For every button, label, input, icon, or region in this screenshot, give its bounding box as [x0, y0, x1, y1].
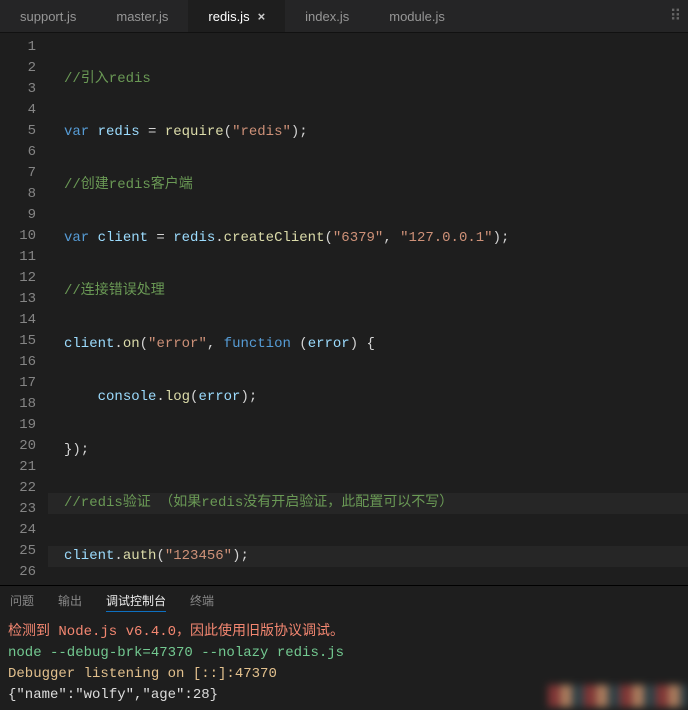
line-number: 4	[0, 100, 36, 121]
panel-tabs: 问题 输出 调试控制台 终端	[0, 586, 688, 618]
line-number: 12	[0, 268, 36, 289]
console-line: 检测到 Node.js v6.4.0，因此使用旧版协议调试。	[8, 622, 680, 643]
line-number: 18	[0, 394, 36, 415]
line-number: 13	[0, 289, 36, 310]
comment: //引入redis	[64, 71, 151, 87]
tab-redis[interactable]: redis.js ×	[188, 0, 285, 32]
line-number: 9	[0, 205, 36, 226]
code-area[interactable]: //引入redis var redis = require("redis"); …	[48, 33, 688, 585]
line-number: 25	[0, 541, 36, 562]
close-icon[interactable]: ×	[258, 9, 266, 24]
line-number: 19	[0, 415, 36, 436]
line-number: 6	[0, 142, 36, 163]
line-number: 21	[0, 457, 36, 478]
tab-index[interactable]: index.js	[285, 0, 369, 32]
line-number: 5	[0, 121, 36, 142]
panel-tab-debug-console[interactable]: 调试控制台	[106, 592, 166, 612]
line-number: 10	[0, 226, 36, 247]
panel-tab-problems[interactable]: 问题	[10, 592, 34, 612]
line-number: 11	[0, 247, 36, 268]
line-numbers: 1234567891011121314151617181920212223242…	[0, 33, 48, 585]
line-number: 3	[0, 79, 36, 100]
code-editor[interactable]: 1234567891011121314151617181920212223242…	[0, 33, 688, 586]
tab-module[interactable]: module.js	[369, 0, 465, 32]
editor-tabs: support.js master.js redis.js × index.js…	[0, 0, 688, 33]
line-number: 15	[0, 331, 36, 352]
console-line: Debugger listening on [::]:47370	[8, 664, 680, 685]
panel-tab-output[interactable]: 输出	[58, 592, 82, 612]
line-number: 20	[0, 436, 36, 457]
line-number: 17	[0, 373, 36, 394]
tab-support[interactable]: support.js	[0, 0, 96, 32]
console-line: node --debug-brk=47370 --nolazy redis.js	[8, 643, 680, 664]
tab-master[interactable]: master.js	[96, 0, 188, 32]
drag-handle-icon[interactable]: ⠿	[664, 6, 688, 26]
line-number: 1	[0, 37, 36, 58]
line-number: 22	[0, 478, 36, 499]
line-number: 8	[0, 184, 36, 205]
line-number: 2	[0, 58, 36, 79]
panel-tab-terminal[interactable]: 终端	[190, 592, 214, 612]
line-number: 24	[0, 520, 36, 541]
line-number: 26	[0, 562, 36, 583]
line-number: 16	[0, 352, 36, 373]
line-number: 14	[0, 310, 36, 331]
redacted-area	[548, 685, 688, 707]
line-number: 7	[0, 163, 36, 184]
line-number: 23	[0, 499, 36, 520]
